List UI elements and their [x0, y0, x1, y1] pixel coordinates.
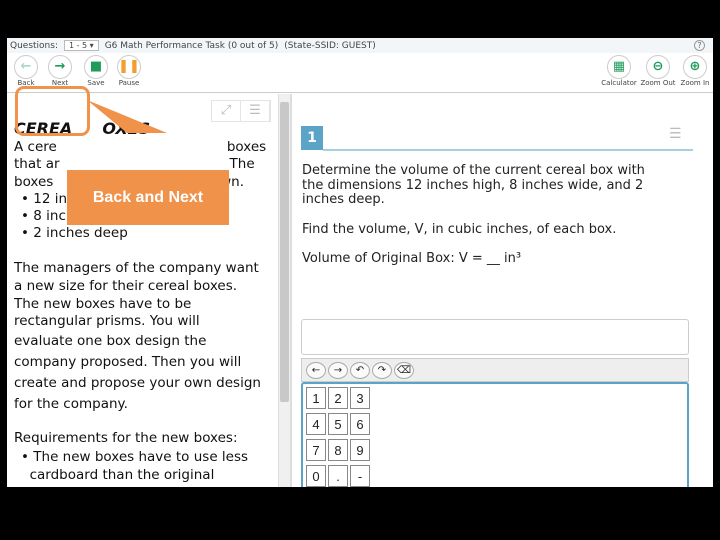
callout-label: Back and Next [67, 170, 229, 225]
test-window: Questions: 1 - 5 ▾ G6 Math Performance T… [7, 38, 713, 487]
callout-pointer [87, 100, 167, 133]
